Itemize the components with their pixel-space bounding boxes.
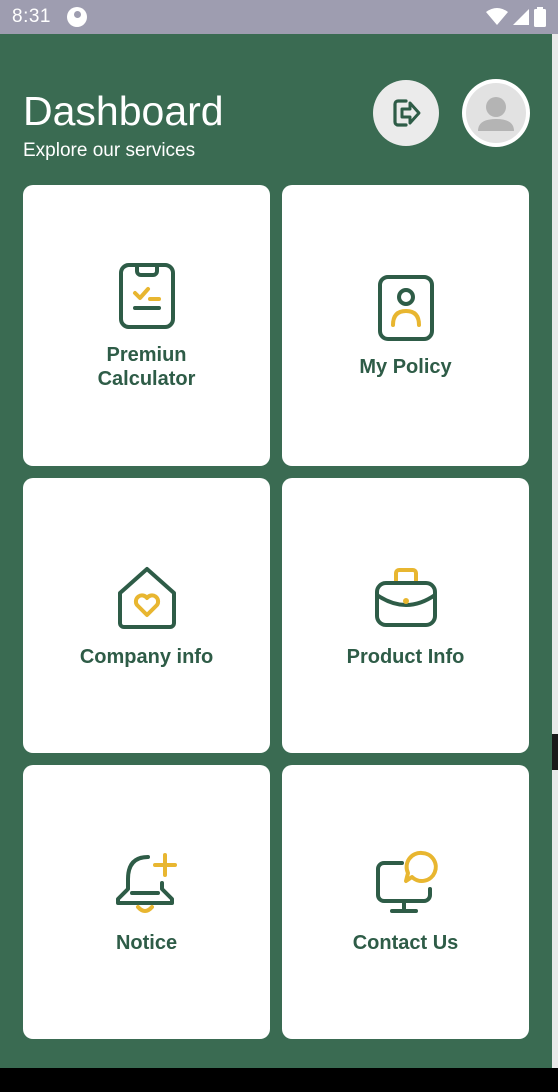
house-heart-icon [117,566,176,629]
signal-icon [513,9,529,25]
briefcase-icon [374,567,437,627]
calculator-clipboard-icon [118,262,175,329]
id-badge-icon [377,274,434,341]
navigation-bar [0,1068,558,1092]
avatar [466,83,526,143]
bell-plus-icon [115,853,177,913]
monitor-chat-icon [375,850,438,913]
premium-calculator-card[interactable]: Premiun Calculator [23,185,270,466]
status-time: 8:31 [12,6,51,27]
card-label-premium-calculator: Premiun Calculator [97,343,196,390]
page-subtitle: Explore our services [23,140,196,161]
battery-icon [534,7,546,27]
card-label-contact-us: Contact Us [352,932,459,954]
company-info-card[interactable]: Company info [23,478,270,753]
card-label-my-policy: My Policy [359,355,452,378]
card-label-company-info: Company info [79,645,214,668]
user-icon [478,97,514,131]
avatar-button[interactable] [462,79,530,147]
dashboard-screen: Dashboard Explore our services Premiun C… [0,34,552,1068]
wifi-icon [486,8,508,25]
card-label-product-info: Product Info [346,645,465,668]
logout-button[interactable] [373,80,439,146]
notice-card[interactable]: Notice [23,765,270,1039]
my-policy-card[interactable]: My Policy [282,185,529,466]
contact-us-card[interactable]: Contact Us [282,765,529,1039]
status-icons [486,7,546,27]
status-bar: 8:31 [0,0,558,34]
page-title: Dashboard [23,88,224,134]
card-label-notice: Notice [115,932,178,954]
product-info-card[interactable]: Product Info [282,478,529,753]
background-edge [552,34,558,1068]
app-notification-icon [66,7,87,27]
logout-icon [393,99,421,127]
